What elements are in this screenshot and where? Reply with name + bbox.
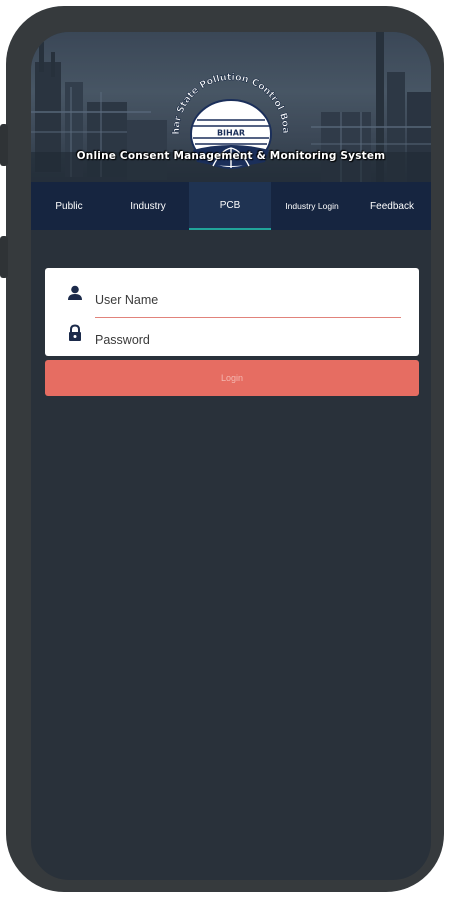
tab-public[interactable]: Public [31, 182, 107, 230]
tab-industry-login[interactable]: Industry Login [271, 182, 353, 230]
username-row [45, 274, 419, 314]
username-input[interactable] [95, 288, 399, 312]
system-title: Online Consent Management & Monitoring S… [76, 150, 386, 162]
nav-tabs: Public Industry PCB Industry Login Feedb… [31, 182, 431, 230]
tab-feedback[interactable]: Feedback [353, 182, 431, 230]
phone-frame: Bihar State Pollution Control Board BIHA… [0, 6, 444, 892]
side-button-bottom [0, 236, 8, 278]
person-icon [68, 285, 82, 300]
lock-icon [69, 324, 81, 341]
emblem-label: BIHAR [217, 129, 245, 138]
login-button[interactable]: Login [45, 360, 419, 396]
tab-pcb[interactable]: PCB [189, 182, 271, 230]
side-button-top [0, 124, 8, 166]
tab-industry[interactable]: Industry [107, 182, 189, 230]
bspcb-emblem-logo: Bihar State Pollution Control Board BIHA… [161, 70, 291, 169]
header-banner: Bihar State Pollution Control Board BIHA… [31, 32, 431, 182]
login-card [45, 268, 419, 356]
app-screen: Bihar State Pollution Control Board BIHA… [31, 32, 431, 880]
password-input[interactable] [95, 328, 399, 352]
password-row [45, 314, 419, 354]
